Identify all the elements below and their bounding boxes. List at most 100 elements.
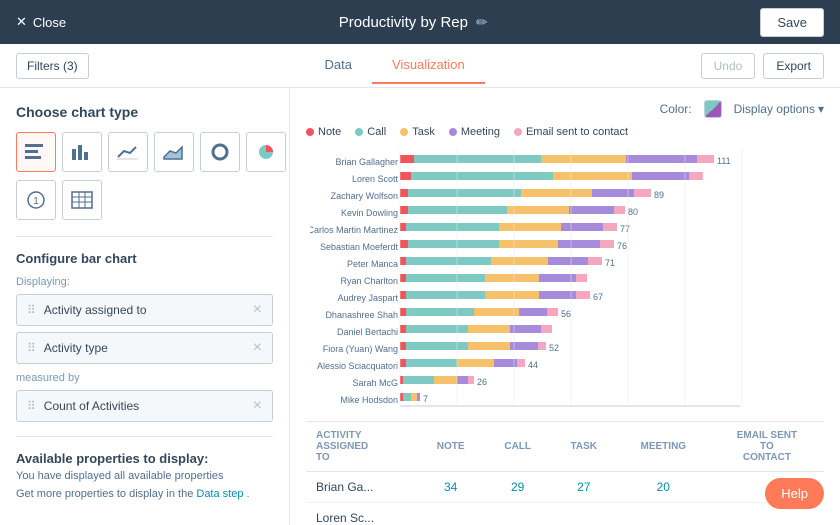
- svg-text:89: 89: [654, 190, 664, 200]
- chart-type-number[interactable]: 1: [16, 180, 56, 220]
- help-button[interactable]: Help: [765, 478, 824, 509]
- legend-dot-email: [514, 128, 522, 136]
- row-task: 27: [551, 472, 617, 503]
- more-props-text: Get more properties to display in the Da…: [16, 488, 273, 500]
- measure-item-label: Count of Activities: [44, 399, 253, 413]
- right-top-controls: Color: Display options ▾: [306, 100, 824, 118]
- chart-type-line[interactable]: [108, 132, 148, 172]
- display-item-label: Activity assigned to: [44, 303, 253, 317]
- row-meeting: 20: [617, 472, 710, 503]
- svg-text:Audrey Jaspart: Audrey Jaspart: [337, 293, 398, 303]
- tab-visualization[interactable]: Visualization: [372, 47, 485, 84]
- chart-area: Activity assigned to Brian Gallagher 111: [306, 148, 824, 411]
- display-options-button[interactable]: Display options ▾: [734, 102, 824, 116]
- legend-label-email: Email sent to contact: [526, 126, 628, 138]
- choose-chart-type-label: Choose chart type: [16, 104, 273, 120]
- measured-by-label: measured by: [16, 372, 273, 384]
- svg-text:77: 77: [620, 224, 630, 234]
- bar-row-11: Fiora (Yuan) Wang 52: [323, 342, 559, 354]
- chart-type-bar-horiz[interactable]: [16, 132, 56, 172]
- col-header-email: EMAIL SENTTOCONTACT: [710, 422, 824, 472]
- bar-row-9: Dhanashree Shah 56: [325, 308, 571, 320]
- bar-row-6: Peter Manca 71: [347, 257, 615, 269]
- filter-button[interactable]: Filters (3): [16, 53, 89, 79]
- row-task: [551, 503, 617, 525]
- right-panel: Color: Display options ▾ Note Call Task: [290, 88, 840, 525]
- display-item-label2: Activity type: [44, 341, 253, 355]
- undo-button[interactable]: Undo: [701, 53, 756, 79]
- svg-text:Sarah McG: Sarah McG: [352, 378, 398, 388]
- displaying-label: Displaying:: [16, 276, 273, 288]
- svg-text:52: 52: [549, 343, 559, 353]
- edit-title-icon[interactable]: ✏: [476, 14, 488, 31]
- sub-bar: Filters (3) Data Visualization Undo Expo…: [0, 44, 840, 88]
- row-note: 34: [417, 472, 485, 503]
- svg-text:Daniel Bertachi: Daniel Bertachi: [337, 327, 398, 337]
- export-button[interactable]: Export: [763, 53, 824, 79]
- display-item-activity-type[interactable]: ⠿ Activity type ×: [16, 332, 273, 364]
- legend-label-meeting: Meeting: [461, 126, 500, 138]
- save-button[interactable]: Save: [760, 8, 824, 37]
- bar-row-8: Audrey Jaspart 67: [337, 291, 603, 303]
- svg-text:1: 1: [33, 196, 39, 207]
- col-header-call: CALL: [485, 422, 551, 472]
- chart-type-bar-vert[interactable]: [62, 132, 102, 172]
- col-header-note: NOTE: [417, 422, 485, 472]
- bar-chart-svg: Activity assigned to Brian Gallagher 111: [310, 148, 800, 408]
- legend-dot-note: [306, 128, 314, 136]
- remove-measure-item-icon[interactable]: ×: [253, 398, 262, 414]
- col-header-meeting: MEETING: [617, 422, 710, 472]
- chart-type-pie[interactable]: [246, 132, 286, 172]
- legend-label-call: Call: [367, 126, 386, 138]
- display-item-activity-assigned[interactable]: ⠿ Activity assigned to ×: [16, 294, 273, 326]
- svg-text:26: 26: [477, 377, 487, 387]
- color-swatch[interactable]: [704, 100, 722, 118]
- chevron-down-icon: ▾: [818, 102, 824, 116]
- tab-data[interactable]: Data: [305, 47, 372, 84]
- bar-row-5: Sebastian Moeferdt 76: [320, 240, 627, 252]
- svg-text:Zachary Wolfson: Zachary Wolfson: [331, 191, 398, 201]
- row-call: 29: [485, 472, 551, 503]
- more-props-label: Get more properties to display in the: [16, 488, 193, 500]
- report-title: Productivity by Rep: [339, 14, 468, 31]
- title-area: Productivity by Rep ✏: [339, 14, 488, 31]
- top-bar-actions: Save: [760, 8, 824, 37]
- table-area: ACTIVITYASSIGNEDTO NOTE CALL TASK MEETIN…: [306, 421, 824, 525]
- svg-text:Ryan Charlton: Ryan Charlton: [340, 276, 398, 286]
- bar-row-12: Alessio Sciacquatori 44: [317, 359, 538, 371]
- close-button[interactable]: ✕ Close: [16, 14, 66, 30]
- col-header-task: TASK: [551, 422, 617, 472]
- display-options-label: Display options: [734, 102, 815, 116]
- svg-text:Alessio Sciacquatori: Alessio Sciacquatori: [317, 361, 398, 371]
- bar-row-13: Sarah McG 26: [352, 376, 487, 388]
- svg-text:80: 80: [628, 207, 638, 217]
- bar-row-4: Carlos Martin Martinez 77: [310, 223, 630, 235]
- bar-row-0: Brian Gallagher 111: [335, 155, 730, 167]
- svg-text:Carlos Martin Martinez: Carlos Martin Martinez: [310, 225, 398, 235]
- available-props-desc: You have displayed all available propert…: [16, 470, 273, 482]
- tab-group: Data Visualization: [105, 47, 685, 84]
- measure-item-count[interactable]: ⠿ Count of Activities ×: [16, 390, 273, 422]
- legend-dot-call: [355, 128, 363, 136]
- drag-handle-icon: ⠿: [27, 303, 36, 317]
- close-label: Close: [33, 15, 66, 30]
- chart-type-table[interactable]: [62, 180, 102, 220]
- chart-type-donut[interactable]: [200, 132, 240, 172]
- data-step-link[interactable]: Data step: [196, 488, 243, 500]
- chart-type-area[interactable]: [154, 132, 194, 172]
- legend-dot-meeting: [449, 128, 457, 136]
- legend-label-task: Task: [412, 126, 435, 138]
- top-bar: ✕ Close Productivity by Rep ✏ Save: [0, 0, 840, 44]
- remove-display-item-icon[interactable]: ×: [253, 302, 262, 318]
- bar-row-1: Loren Scott: [352, 172, 703, 184]
- drag-handle-icon2: ⠿: [27, 341, 36, 355]
- svg-text:71: 71: [605, 258, 615, 268]
- bar-row-10: Daniel Bertachi: [337, 325, 552, 337]
- svg-text:Sebastian Moeferdt: Sebastian Moeferdt: [320, 242, 399, 252]
- svg-text:56: 56: [561, 309, 571, 319]
- remove-display-item2-icon[interactable]: ×: [253, 340, 262, 356]
- table-row: Loren Sc...: [306, 503, 824, 525]
- data-table: ACTIVITYASSIGNEDTO NOTE CALL TASK MEETIN…: [306, 422, 824, 525]
- table-row: Brian Ga... 34 29 27 20: [306, 472, 824, 503]
- configure-title: Configure bar chart: [16, 251, 273, 266]
